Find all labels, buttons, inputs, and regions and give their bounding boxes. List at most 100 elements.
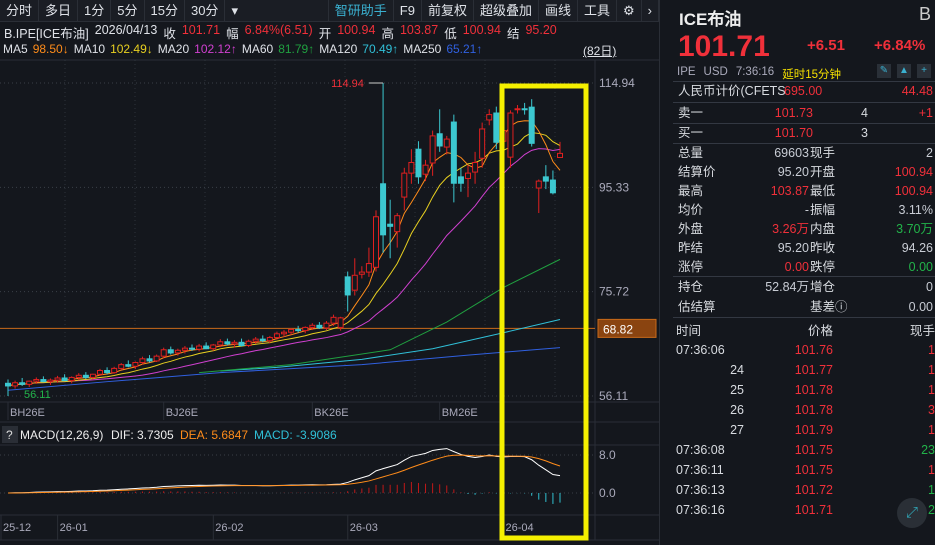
quote-time: 7:36:16 bbox=[735, 66, 775, 78]
candle-body bbox=[422, 164, 429, 175]
cell: 25 bbox=[730, 383, 744, 397]
candle-body bbox=[436, 133, 443, 147]
delay-notice: 延时15分钟 bbox=[782, 69, 841, 81]
cell: 结算价 bbox=[678, 165, 716, 179]
price-tick: 75.72 bbox=[599, 285, 629, 299]
pencil-icon[interactable]: ✎ bbox=[877, 64, 891, 78]
cell: 3.70万 bbox=[896, 222, 933, 236]
candle-body bbox=[486, 114, 493, 121]
cell: 103.87 bbox=[770, 184, 809, 198]
cell: 23 bbox=[921, 443, 935, 457]
cell: 跌停 bbox=[810, 260, 836, 274]
candle-body bbox=[89, 373, 96, 378]
cell: 26 bbox=[730, 403, 744, 417]
cell: 4 bbox=[861, 106, 868, 120]
stat-row: 估结算 基差ⓘ 0.00 bbox=[673, 298, 935, 317]
stat-row: 涨停 0.00 跌停 0.00 bbox=[673, 258, 935, 277]
date-label: 25-12 bbox=[3, 522, 31, 534]
contract-label: BJ26E bbox=[166, 407, 198, 419]
candle-body bbox=[104, 370, 111, 374]
chart-panel: 分时 多日 1分 5分 15分 30分 ▾ 智研助手 F9 前复权 超级叠加 画线 工具 ⚙ › B.IPE… bbox=[0, 0, 660, 545]
candle-body bbox=[493, 112, 500, 143]
candle-body bbox=[266, 337, 273, 342]
ma250-line bbox=[7, 347, 561, 391]
candle-body bbox=[429, 135, 436, 164]
cell: 总量 bbox=[678, 146, 704, 160]
cell: 101.76 bbox=[794, 343, 833, 357]
candle-body bbox=[33, 379, 40, 382]
kline-chart[interactable]: 114.94 95.33 75.72 56.11 68.82 114.94 56.11 BH2… bbox=[0, 0, 660, 545]
candle-body bbox=[309, 324, 316, 328]
cell: 07:36:06 bbox=[676, 343, 725, 357]
candle-body bbox=[181, 347, 188, 351]
cell: 外盘 bbox=[678, 222, 704, 236]
candle-body bbox=[330, 316, 337, 324]
candle-body bbox=[316, 324, 323, 329]
cell: 卖一 bbox=[678, 106, 704, 120]
cell: 现手 bbox=[810, 146, 836, 160]
cell: 101.78 bbox=[794, 383, 833, 397]
candle-body bbox=[380, 183, 387, 236]
candle-body bbox=[146, 358, 153, 362]
candle-body bbox=[351, 274, 358, 291]
macd-title: MACD(12,26,9) bbox=[20, 428, 103, 442]
candle-body bbox=[26, 380, 33, 385]
cell: 0.00 bbox=[908, 300, 933, 314]
cell: 695.00 bbox=[784, 84, 823, 98]
candle-body bbox=[82, 374, 89, 378]
cell: 1 bbox=[928, 343, 935, 357]
candle-body bbox=[521, 108, 528, 111]
stat-row: 均价 - 振幅 3.11% bbox=[673, 201, 935, 220]
cell: 1 bbox=[928, 423, 935, 437]
last-price: 101.71 bbox=[678, 30, 770, 63]
candle-body bbox=[394, 215, 401, 233]
date-label: 26-02 bbox=[215, 522, 243, 534]
cell: 现手 bbox=[909, 324, 935, 338]
candle-body bbox=[259, 338, 266, 342]
cell: 3 bbox=[861, 126, 868, 140]
cell: 07:36:11 bbox=[676, 463, 724, 477]
expand-icon[interactable]: ⤢ bbox=[897, 498, 927, 528]
cell: 3.11% bbox=[898, 203, 933, 217]
candle-body bbox=[323, 322, 330, 329]
rmb-price-row: 人民币计价(CFETS 695.00 44.48 bbox=[673, 82, 935, 101]
tick-row: 27 101.79 1 bbox=[673, 421, 935, 440]
candle-body bbox=[231, 341, 238, 345]
cell: 振幅 bbox=[810, 203, 836, 217]
candle-body bbox=[5, 382, 11, 387]
price-tick: 56.11 bbox=[599, 389, 628, 403]
cell: 94.26 bbox=[901, 241, 933, 255]
instrument-badge: B bbox=[918, 4, 931, 24]
candle-body bbox=[238, 341, 245, 347]
candle-body bbox=[153, 355, 160, 362]
candle-body bbox=[196, 345, 203, 350]
cell: 101.71 bbox=[794, 503, 833, 517]
cell: 101.70 bbox=[774, 126, 813, 140]
candle-body bbox=[252, 338, 259, 342]
candle-body bbox=[40, 379, 47, 383]
candle-body bbox=[139, 358, 146, 364]
candle-body bbox=[542, 176, 549, 182]
bid-row: 买一 101.70 3 bbox=[673, 124, 935, 143]
bell-icon[interactable]: ▲ bbox=[897, 64, 911, 78]
cell: 101.78 bbox=[794, 403, 833, 417]
cell: 价格 bbox=[807, 324, 833, 338]
cell: 开盘 bbox=[810, 165, 836, 179]
stat-row: 最高 103.87 最低 100.94 bbox=[673, 182, 935, 201]
candle-body bbox=[12, 382, 19, 387]
plus-icon[interactable]: + bbox=[917, 64, 931, 78]
candle-body bbox=[210, 344, 217, 350]
dea-line bbox=[7, 454, 561, 494]
candle-body bbox=[189, 347, 195, 350]
cell: 增仓 bbox=[810, 280, 836, 294]
cell: +1 bbox=[918, 106, 933, 120]
cell: 100.94 bbox=[894, 184, 933, 198]
candle-body bbox=[450, 121, 457, 184]
cell: 1 bbox=[928, 463, 935, 477]
candle-body bbox=[174, 349, 181, 354]
candle-body bbox=[358, 271, 365, 275]
candle-body bbox=[224, 341, 231, 345]
cell: 27 bbox=[730, 423, 744, 437]
cell: 52.84万 bbox=[765, 280, 809, 294]
date-label: 26-04 bbox=[505, 522, 533, 534]
